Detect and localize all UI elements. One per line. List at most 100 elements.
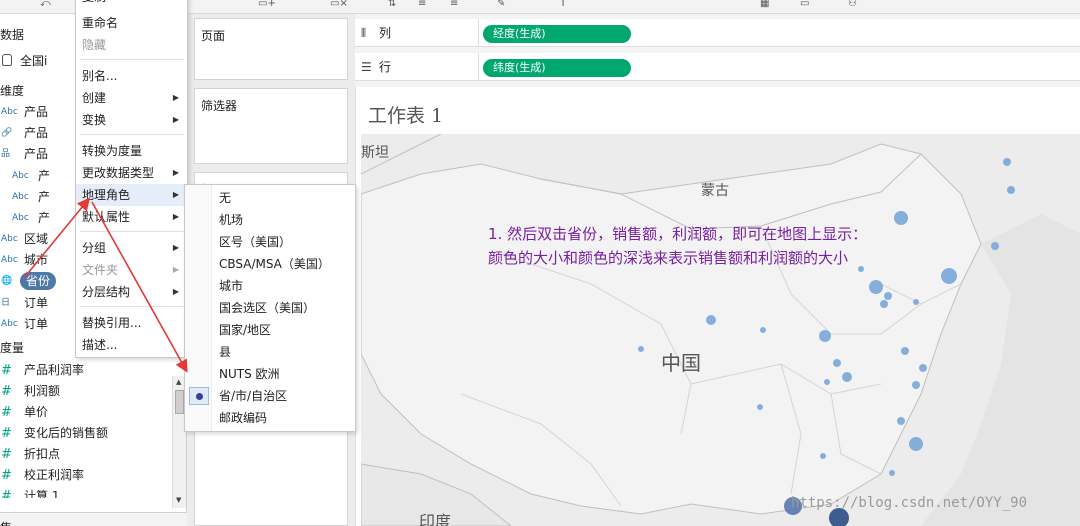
menu-item-rename[interactable]: 重命名 — [76, 12, 187, 34]
measure-field[interactable]: # 变化后的销售额 — [0, 423, 186, 444]
share-icon[interactable]: ⚇ — [848, 0, 857, 10]
datasource-name[interactable]: 全国i — [20, 52, 47, 69]
menu-separator — [80, 231, 184, 232]
text-type-icon: Abc — [12, 192, 29, 202]
geo-role-nuts-europe[interactable]: NUTS 欧洲 — [185, 363, 355, 385]
present-icon[interactable]: ▭ — [800, 0, 809, 10]
text-type-icon: Abc — [1, 255, 18, 265]
label-icon[interactable]: T — [560, 0, 566, 10]
geo-role-postal-code[interactable]: 邮政编码 — [185, 407, 355, 429]
database-icon — [2, 54, 12, 66]
number-type-icon: # — [1, 363, 12, 378]
measure-field[interactable]: # 利润额 — [0, 381, 186, 402]
submenu-arrow-icon: ▶ — [172, 190, 179, 199]
menu-item-aliases[interactable]: 别名... — [76, 65, 187, 87]
text-type-icon: Abc — [12, 213, 29, 223]
highlight-icon[interactable]: ✎ — [497, 0, 505, 10]
number-type-icon: # — [1, 468, 12, 483]
submenu-arrow-icon: ▶ — [172, 168, 179, 177]
menu-item-create[interactable]: 创建 ▶ — [76, 87, 187, 109]
worksheet: 工作表 1 斯坦 蒙古 中国 印度 1. 然后双击省份，销售额，利润额，即可在地… — [355, 87, 1080, 526]
hierarchy-icon: 品 — [1, 149, 11, 159]
dimensions-heading: 维度 — [0, 84, 25, 98]
link-icon: 🔗 — [1, 128, 13, 138]
geo-role-cbsa-msa[interactable]: CBSA/MSA（美国） — [185, 253, 355, 275]
menu-item-describe[interactable]: 描述... — [76, 334, 187, 356]
measure-field[interactable]: # 计算 1 — [0, 486, 186, 498]
watermark: https://blog.csdn.net/OYY_90 — [791, 495, 1028, 511]
geo-role-airport[interactable]: 机场 — [185, 209, 355, 231]
annotation-line-2: 颜色的大小和颜色的深浅来表示销售额和利润额的大小 — [488, 249, 849, 267]
columns-shelf[interactable]: ⫴ 列 经度(生成) — [355, 19, 1080, 47]
geo-role-none[interactable]: 无 — [185, 187, 355, 209]
menu-item-replace-references[interactable]: 替换引用... — [76, 312, 187, 334]
undo-icon[interactable]: ⤺ — [40, 0, 51, 10]
worksheet-title[interactable]: 工作表 1 — [368, 101, 443, 128]
geo-role-country-region[interactable]: 国家/地区 — [185, 319, 355, 341]
submenu-arrow-icon: ▶ — [172, 265, 179, 274]
submenu-arrow-icon: ▶ — [172, 212, 179, 221]
menu-item-hierarchy[interactable]: 分层结构 ▶ — [76, 281, 187, 303]
sort-asc-icon[interactable]: ≡ — [418, 0, 426, 10]
map-label-kazakhstan: 斯坦 — [361, 145, 389, 161]
number-type-icon: # — [1, 384, 12, 399]
measure-field[interactable]: # 单价 — [0, 402, 186, 423]
tutorial-annotation: 1. 然后双击省份，销售额，利润额，即可在地图上显示： 颜色的大小和颜色的深浅来… — [488, 222, 867, 270]
text-type-icon: Abc — [12, 171, 29, 181]
number-type-icon: # — [1, 489, 12, 498]
menu-item-convert-to-measure[interactable]: 转换为度量 — [76, 140, 187, 162]
columns-icon: ⫴ — [361, 26, 367, 40]
filters-card[interactable]: 筛选器 — [194, 88, 348, 164]
measure-field[interactable]: # 校正利润率 — [0, 465, 186, 486]
measure-field[interactable]: # 折扣点 — [0, 444, 186, 465]
map-label-china: 中国 — [661, 351, 701, 375]
menu-item-hide: 隐藏 — [82, 38, 107, 52]
rows-shelf[interactable]: ☰ 行 纬度(生成) — [355, 53, 1080, 81]
submenu-arrow-icon: ▶ — [172, 93, 179, 102]
map-label-mongolia: 蒙古 — [701, 183, 729, 199]
number-type-icon: # — [1, 447, 12, 462]
geo-role-city[interactable]: 城市 — [185, 275, 355, 297]
scroll-thumb[interactable] — [175, 390, 184, 414]
radio-dot-icon — [196, 393, 203, 400]
submenu-arrow-icon: ▶ — [172, 115, 179, 124]
longitude-pill[interactable]: 经度(生成) — [483, 25, 631, 43]
selected-radio-indicator — [189, 387, 209, 405]
geo-role-province-selected[interactable]: 省/市/自治区 — [185, 385, 355, 407]
clear-sheet-icon[interactable]: ▭× — [330, 0, 348, 10]
submenu-arrow-icon: ▶ — [172, 287, 179, 296]
submenu-arrow-icon: ▶ — [172, 243, 179, 252]
text-type-icon: Abc — [1, 319, 18, 329]
number-type-icon: # — [1, 426, 12, 441]
map-label-india: 印度 — [419, 512, 452, 526]
latitude-pill[interactable]: 纬度(生成) — [483, 59, 631, 77]
menu-item-default-properties[interactable]: 默认属性 ▶ — [76, 206, 187, 228]
menu-item-change-data-type[interactable]: 更改数据类型 ▶ — [76, 162, 187, 184]
scroll-down-icon[interactable]: ▼ — [176, 496, 181, 504]
new-sheet-icon[interactable]: ▭+ — [258, 0, 276, 10]
pages-card[interactable]: 页面 — [194, 18, 348, 80]
menu-separator — [80, 134, 184, 135]
text-type-icon: Abc — [1, 107, 18, 117]
menu-item-geographic-role[interactable]: 地理角色 ▶ — [76, 184, 187, 206]
map-view[interactable]: 斯坦 蒙古 中国 印度 1. 然后双击省份，销售额，利润额，即可在地图上显示： … — [361, 134, 1080, 526]
geo-role-congressional-district[interactable]: 国会选区（美国） — [185, 297, 355, 319]
geographic-role-submenu: 无 机场 区号（美国） CBSA/MSA（美国） 城市 国会选区（美国） 国家/… — [184, 184, 356, 432]
scroll-up-icon[interactable]: ▲ — [176, 378, 181, 386]
menu-separator — [80, 59, 184, 60]
number-type-icon: # — [1, 405, 12, 420]
columns-shelf-label: ⫴ 列 — [355, 19, 479, 47]
show-me-icon[interactable]: ▦ — [760, 0, 769, 10]
geo-role-area-code[interactable]: 区号（美国） — [185, 231, 355, 253]
menu-item-copy[interactable]: 复制 — [76, 0, 187, 3]
rows-shelf-label: ☰ 行 — [355, 53, 479, 81]
measure-field[interactable]: # 产品利润率 — [0, 360, 186, 381]
menu-item-transform[interactable]: 变换 ▶ — [76, 109, 187, 131]
sort-desc-icon[interactable]: ≡ — [450, 0, 458, 10]
swap-icon[interactable]: ⇅ — [388, 0, 396, 10]
menu-item-group[interactable]: 分组 ▶ — [76, 237, 187, 259]
measures-heading: 度量 — [0, 341, 25, 355]
geo-role-county[interactable]: 县 — [185, 341, 355, 363]
field-context-menu: 复制 重命名 隐藏 别名... 创建▶ 变换▶ 转换为度量 更改数据类型▶ 地理… — [75, 0, 188, 358]
globe-icon: 🌐 — [1, 276, 13, 286]
